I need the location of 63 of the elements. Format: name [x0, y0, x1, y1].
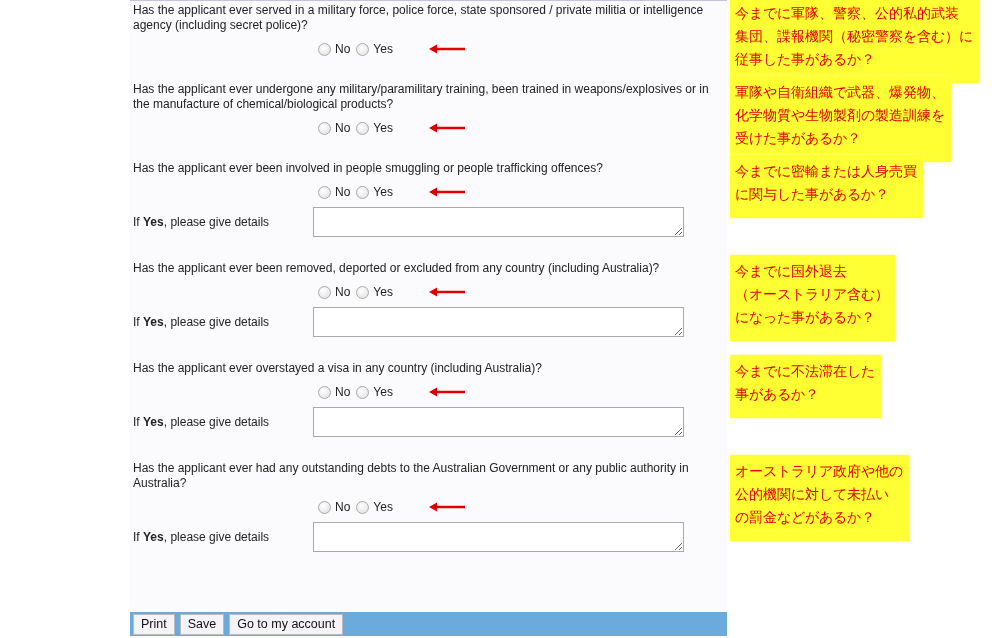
radio-option[interactable]: No [318, 500, 351, 514]
question-text: Has the applicant ever been removed, deported or excluded from any country (including Australia)? [133, 261, 661, 276]
question-text: Has the applicant ever had any outstanding debts to the Australian Government or any public authority in Australia? [133, 461, 690, 491]
details-field[interactable] [313, 522, 684, 552]
radio-icon[interactable] [318, 500, 331, 514]
note-text: になった事があるか？ [735, 308, 876, 327]
note-text: オーストラリア政府や他の [735, 462, 903, 481]
note-text: 公的機関に対して未払い [735, 485, 890, 504]
note-text: 今までに国外退去 [735, 262, 848, 281]
note-text: 事があるか？ [735, 385, 820, 404]
details-label: If Yes, please give details [133, 415, 271, 429]
details-field[interactable] [313, 407, 684, 437]
note-text: の罰金などがあるか？ [735, 508, 876, 527]
radio-option[interactable]: No [318, 121, 351, 135]
arrow-icon [428, 44, 465, 54]
radio-icon[interactable] [356, 385, 370, 399]
radio-icon[interactable] [356, 285, 370, 299]
radio-option[interactable]: Yes [356, 185, 393, 199]
question-text: Has the applicant ever been involved in people smuggling or people trafficking offences? [133, 161, 604, 176]
radio-option[interactable]: No [318, 42, 351, 56]
note-text: （オーストラリア含む） [735, 285, 889, 304]
radio-icon[interactable] [356, 500, 370, 514]
note-text: 今までに軍隊、警察、公的私的武装 [735, 4, 960, 23]
note-text: 化学物質や生物製剤の製造訓練を [735, 106, 945, 125]
arrow-icon [428, 287, 465, 297]
note-text: 従事した事があるか？ [735, 50, 876, 69]
question-text: Has the applicant ever undergone any military/paramilitary training, been trained in weapons/explosives or in the manufacture of chemical/biological products? [133, 82, 710, 112]
radio-option[interactable]: Yes [356, 285, 393, 299]
radio-option[interactable]: No [318, 285, 351, 299]
radio-option[interactable]: No [318, 185, 351, 199]
details-label: If Yes, please give details [133, 215, 271, 229]
radio-icon[interactable] [318, 385, 331, 399]
radio-option[interactable]: Yes [356, 121, 393, 135]
note-text: 軍隊や自衛組織で武器、爆発物、 [735, 83, 945, 102]
note-text: 今までに不法滞在した [735, 362, 875, 381]
details-field[interactable] [313, 307, 684, 337]
question-text: Has the applicant ever overstayed a visa in any country (including Australia)? [133, 361, 543, 376]
action-button[interactable]: Go to my account [229, 613, 344, 635]
action-button[interactable]: Print [133, 613, 175, 635]
details-field[interactable] [313, 207, 684, 237]
arrow-icon [428, 387, 465, 397]
details-label: If Yes, please give details [133, 530, 271, 544]
note-text: 集団、諜報機関（秘密警察を含む）に [735, 27, 973, 46]
radio-icon[interactable] [356, 185, 370, 199]
radio-icon[interactable] [318, 285, 331, 299]
radio-icon[interactable] [356, 42, 370, 56]
radio-icon[interactable] [356, 121, 370, 135]
arrow-icon [428, 502, 465, 512]
arrow-icon [428, 123, 465, 133]
note-text: に関与した事があるか？ [735, 185, 890, 204]
radio-icon[interactable] [318, 121, 331, 135]
details-label: If Yes, please give details [133, 315, 271, 329]
action-button[interactable]: Save [179, 613, 225, 635]
radio-option[interactable]: Yes [356, 385, 393, 399]
note-text: 受けた事があるか？ [735, 129, 862, 148]
question-text: Has the applicant ever served in a military force, police force, state sponsored / private militia or intelligence agency (including secret police)? [133, 3, 705, 33]
note-text: 今までに密輸または人身売買 [735, 162, 917, 181]
radio-option[interactable]: Yes [356, 42, 393, 56]
radio-option[interactable]: No [318, 385, 351, 399]
radio-option[interactable]: Yes [356, 500, 393, 514]
arrow-icon [428, 187, 465, 197]
radio-icon[interactable] [318, 185, 331, 199]
radio-icon[interactable] [318, 42, 331, 56]
